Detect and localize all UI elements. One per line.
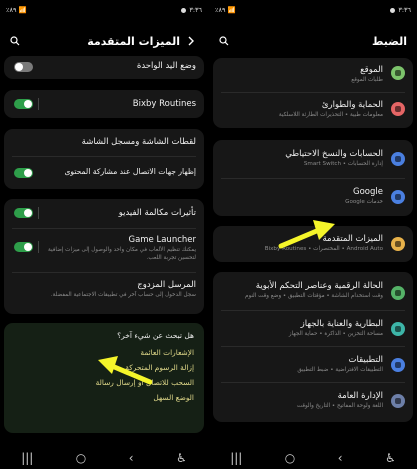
settings-screen: ٪٨٩ 📶 ٣:٣٦ الضبط الموقع طلبات الموقع الح… xyxy=(209,0,417,469)
accessibility-icon[interactable]: ♿ xyxy=(385,451,396,465)
video-call-effects-row[interactable]: تأثيرات مكالمة الفيديو xyxy=(4,207,204,219)
recents-icon[interactable]: ||| xyxy=(21,451,33,465)
settings-item-location[interactable]: الموقع طلبات الموقع xyxy=(217,64,383,84)
home-icon[interactable]: ○ xyxy=(285,451,295,465)
search-icon[interactable] xyxy=(8,34,22,48)
bixby-toggle[interactable] xyxy=(14,99,33,109)
accessibility-icon[interactable]: ♿ xyxy=(176,451,187,465)
notification-icon xyxy=(390,7,396,13)
settings-item-general-management[interactable]: الإدارة العامة اللغة ولوحة المفاتيح • ال… xyxy=(217,390,383,410)
location-icon xyxy=(391,66,405,80)
highlight-arrow-icon xyxy=(278,220,335,249)
divider xyxy=(221,310,405,311)
show-contacts-toggle[interactable] xyxy=(14,168,33,178)
divider xyxy=(38,207,39,219)
page-title: الميزات المتقدمة xyxy=(87,34,180,48)
settings-card: Bixby Routines xyxy=(4,90,204,118)
status-time: ٣:٣٦ xyxy=(189,6,202,14)
game-launcher-row[interactable]: Game Launcher يمكنك تنظيم الألعاب في مكا… xyxy=(4,234,204,262)
settings-card: الموقع طلبات الموقع الحماية والطوارئ معل… xyxy=(213,58,413,128)
settings-item-digital-wellbeing[interactable]: الحالة الرقمية وعناصر التحكم الأبوية وقت… xyxy=(217,280,383,300)
settings-card: الحسابات والنسخ الاحتياطي إدارة الحسابات… xyxy=(213,140,413,216)
screenshots-row[interactable]: لقطات الشاشة ومسجل الشاشة xyxy=(4,136,204,148)
page-title: الضبط xyxy=(371,34,407,48)
divider xyxy=(221,92,405,93)
settings-card: وضع اليد الواحدة xyxy=(4,56,204,79)
status-bar: ٪٨٩ 📶 ٣:٣٦ xyxy=(6,4,202,16)
suggestion-link-easy-mode[interactable]: الوضع السهل xyxy=(14,390,194,405)
google-icon xyxy=(391,190,405,204)
status-battery: ٪٨٩ 📶 xyxy=(215,6,236,14)
settings-item-google[interactable]: Google خدمات Google xyxy=(217,186,383,206)
advanced-features-screen: ٪٨٩ 📶 ٣:٣٦ الميزات المتقدمة وضع اليد الو… xyxy=(0,0,208,469)
navigation-bar: ||| ○ ‹ ♿ xyxy=(0,447,208,469)
digital-wellbeing-icon xyxy=(391,286,405,300)
shield-icon xyxy=(391,102,405,116)
video-call-toggle[interactable] xyxy=(14,208,33,218)
general-management-icon xyxy=(391,394,405,408)
back-chevron-icon[interactable] xyxy=(184,34,198,48)
highlight-arrow-icon xyxy=(98,356,152,385)
recents-icon[interactable]: ||| xyxy=(230,451,242,465)
divider xyxy=(221,382,405,383)
settings-card: تأثيرات مكالمة الفيديو Game Launcher يمك… xyxy=(4,199,204,314)
dual-messenger-row[interactable]: المرسل المزدوج سجل الدخول إلى حساب آخر ف… xyxy=(4,279,204,299)
gear-plus-icon xyxy=(391,237,405,251)
apps-icon xyxy=(391,358,405,372)
battery-care-icon xyxy=(391,322,405,336)
status-time: ٣:٣٦ xyxy=(398,6,411,14)
home-icon[interactable]: ○ xyxy=(76,451,86,465)
bixby-routines-row[interactable]: Bixby Routines xyxy=(4,98,204,110)
suggestions-question: هل تبحث عن شيء آخر؟ xyxy=(117,331,194,340)
divider xyxy=(12,228,196,229)
status-battery: ٪٨٩ 📶 xyxy=(6,6,27,14)
divider xyxy=(38,98,39,110)
app-bar: الضبط xyxy=(217,32,407,50)
show-contacts-row[interactable]: إظهار جهات الاتصال عند مشاركة المحتوى xyxy=(4,166,204,178)
navigation-bar: ||| ○ ‹ ♿ xyxy=(209,447,417,469)
divider xyxy=(12,272,196,273)
settings-item-battery[interactable]: البطارية والعناية بالجهاز مساحة التخزين … xyxy=(217,318,383,338)
settings-card: الحالة الرقمية وعناصر التحكم الأبوية وقت… xyxy=(213,272,413,422)
sync-icon xyxy=(391,152,405,166)
one-hand-toggle[interactable] xyxy=(14,62,33,72)
back-icon[interactable]: ‹ xyxy=(338,451,343,465)
settings-card: لقطات الشاشة ومسجل الشاشة إظهار جهات الا… xyxy=(4,129,204,189)
settings-item-accounts[interactable]: الحسابات والنسخ الاحتياطي إدارة الحسابات… xyxy=(217,148,383,168)
divider xyxy=(12,156,196,157)
status-bar: ٪٨٩ 📶 ٣:٣٦ xyxy=(215,4,411,16)
divider xyxy=(221,346,405,347)
back-icon[interactable]: ‹ xyxy=(129,451,134,465)
divider xyxy=(221,178,405,179)
settings-item-apps[interactable]: التطبيقات التطبيقات الافتراضية • ضبط الت… xyxy=(217,354,383,374)
divider xyxy=(38,241,39,253)
search-icon[interactable] xyxy=(217,34,231,48)
app-bar: الميزات المتقدمة xyxy=(8,32,198,50)
settings-item-safety[interactable]: الحماية والطوارئ معلومات طبية • التحذيرا… xyxy=(217,99,383,119)
notification-icon xyxy=(181,7,187,13)
one-hand-mode-row[interactable]: وضع اليد الواحدة xyxy=(4,60,204,72)
game-launcher-toggle[interactable] xyxy=(14,242,33,252)
